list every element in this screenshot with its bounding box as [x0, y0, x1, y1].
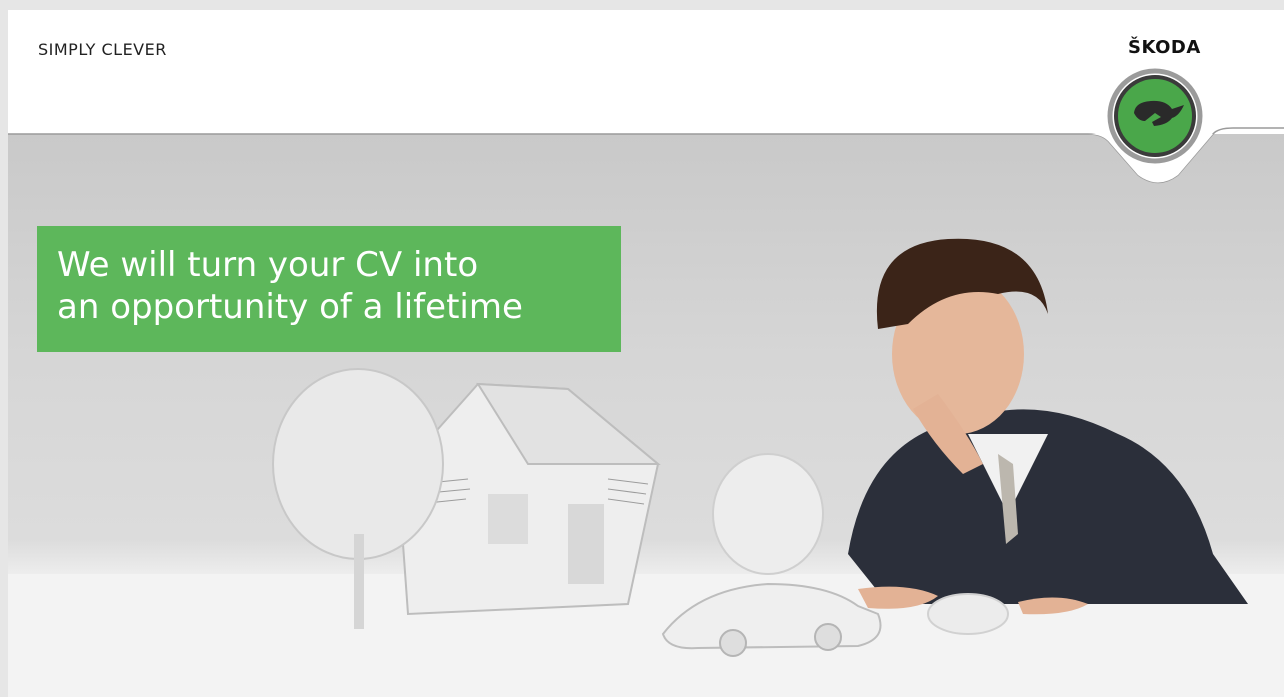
paper-tree-left: [272, 368, 444, 560]
paper-car-wheel-front: [719, 629, 747, 657]
man-suit: [848, 409, 1248, 604]
hero-illustration: [8, 238, 1284, 697]
skoda-logo-icon: [1107, 68, 1203, 164]
paper-tree-right: [712, 453, 824, 575]
headline-line-2: an opportunity of a lifetime: [57, 287, 523, 327]
paper-door: [568, 504, 604, 584]
paper-window: [488, 494, 528, 544]
paper-car-wheel-rear: [814, 623, 842, 651]
headline-box: We will turn your CV into an opportunity…: [37, 226, 621, 352]
paper-bush: [927, 593, 1009, 635]
headline-line-1: We will turn your CV into: [57, 245, 479, 285]
paper-tree-left-trunk: [354, 534, 364, 629]
hero-photo: [8, 134, 1284, 697]
ad-banner[interactable]: SIMPLY CLEVER ŠKODA We will turn your CV…: [8, 10, 1284, 697]
